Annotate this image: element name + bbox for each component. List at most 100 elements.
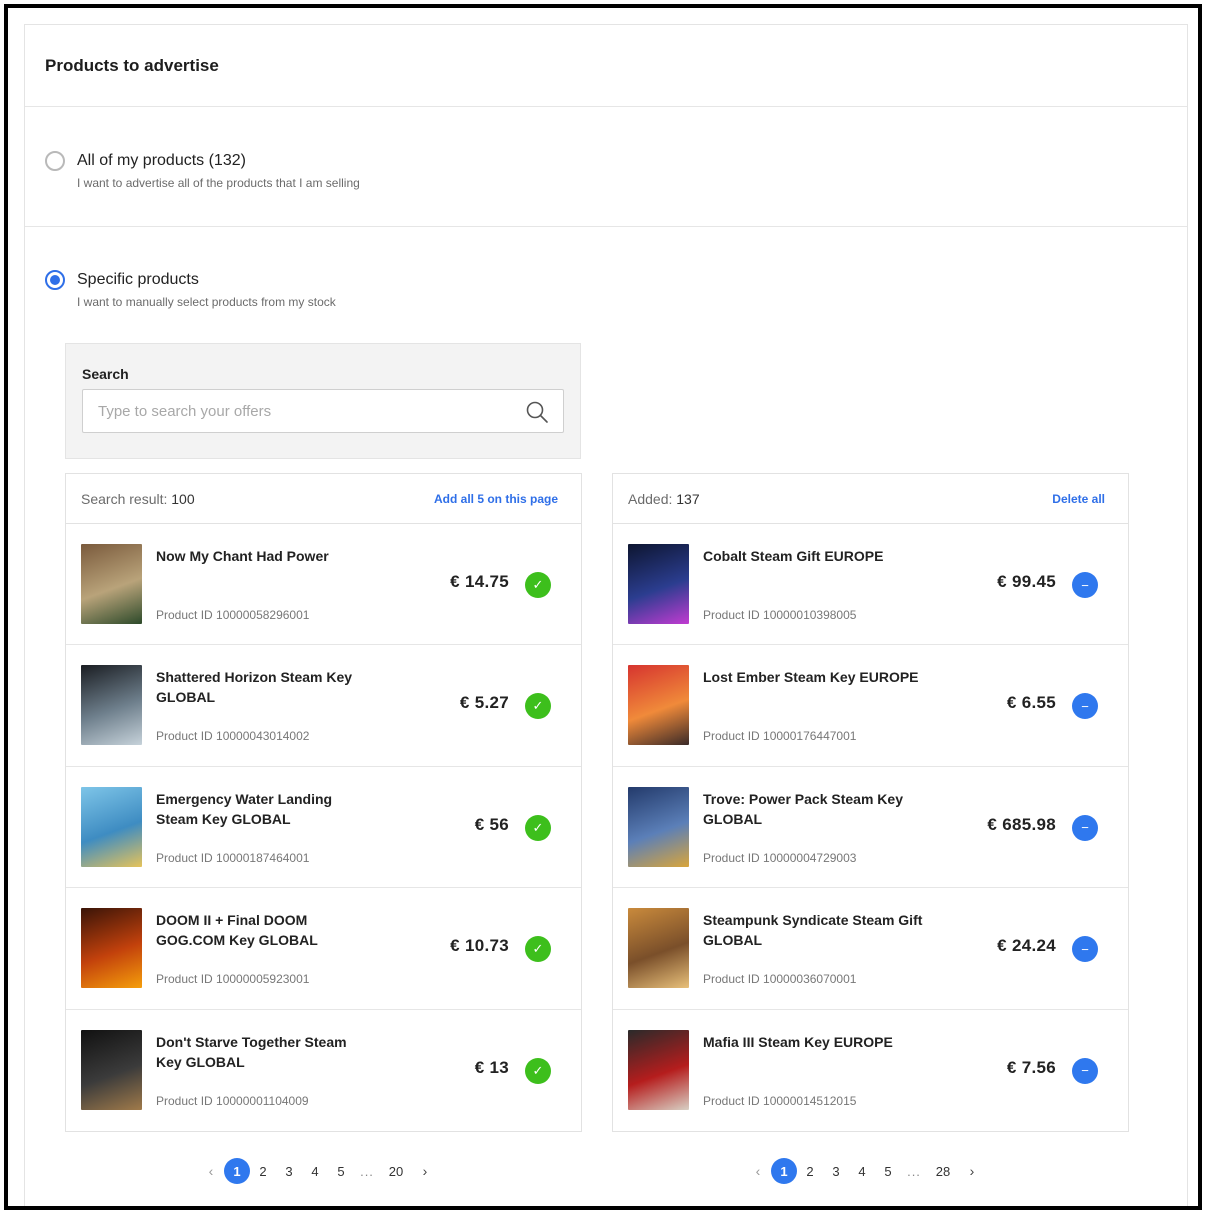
product-price: € 7.56 bbox=[1006, 1057, 1056, 1077]
chevron-left-icon[interactable]: ‹ bbox=[198, 1158, 224, 1184]
page-button[interactable]: 1 bbox=[224, 1158, 250, 1184]
remove-product-button[interactable]: − bbox=[1072, 1057, 1098, 1084]
check-icon: ✓ bbox=[532, 698, 544, 714]
page-button-last[interactable]: 28 bbox=[927, 1158, 959, 1184]
product-thumbnail bbox=[628, 908, 689, 989]
product-price: € 24.24 bbox=[997, 936, 1056, 956]
check-icon: ✓ bbox=[532, 577, 544, 592]
remove-product-button[interactable]: − bbox=[1072, 936, 1098, 963]
product-row: Mafia III Steam Key EUROPE Product ID 100… bbox=[613, 1010, 1128, 1131]
added-check-button[interactable]: ✓ bbox=[525, 814, 551, 841]
product-thumbnail bbox=[81, 908, 142, 989]
search-results-list: Now My Chant Had Power Product ID 1000005… bbox=[66, 524, 581, 1131]
option-specific-products[interactable]: Specific products I want to manually sel… bbox=[25, 227, 1187, 309]
product-row: Don't Starve Together Steam Key GLOBAL Pr… bbox=[66, 1010, 581, 1131]
added-check-button[interactable]: ✓ bbox=[525, 936, 551, 963]
product-id: Product ID 10000187464001 bbox=[156, 850, 310, 865]
product-name: Steampunk Syndicate Steam Gift GLOBAL bbox=[703, 912, 923, 949]
product-name: Shattered Horizon Steam Key GLOBAL bbox=[156, 669, 353, 706]
check-icon: ✓ bbox=[532, 1062, 544, 1078]
pagination-ellipsis: ... bbox=[907, 1163, 921, 1179]
check-icon: ✓ bbox=[532, 941, 544, 957]
added-check-button[interactable]: ✓ bbox=[525, 1057, 551, 1084]
added-check-button[interactable]: ✓ bbox=[525, 572, 551, 598]
app-frame: Products to advertise All of my products… bbox=[4, 4, 1202, 1210]
product-id: Product ID 10000014512015 bbox=[703, 1093, 857, 1108]
page-title: Products to advertise bbox=[45, 55, 219, 75]
option-all-products[interactable]: All of my products (132) I want to adver… bbox=[25, 107, 1187, 227]
delete-all-link[interactable]: Delete all bbox=[1052, 492, 1105, 506]
page-button[interactable]: 2 bbox=[250, 1158, 276, 1184]
product-id: Product ID 10000004729003 bbox=[703, 850, 857, 865]
product-name: Emergency Water Landing Steam Key GLOBAL bbox=[156, 790, 333, 827]
product-price: € 685.98 bbox=[987, 814, 1056, 834]
product-price: € 56 bbox=[474, 814, 509, 834]
search-panel: Search bbox=[65, 343, 581, 459]
add-all-on-page-link[interactable]: Add all 5 on this page bbox=[434, 492, 558, 506]
minus-icon: − bbox=[1081, 577, 1089, 593]
radio-specific-products[interactable] bbox=[45, 270, 65, 290]
option-all-label: All of my products (132) bbox=[77, 152, 246, 169]
page-button[interactable]: 5 bbox=[328, 1158, 354, 1184]
remove-product-button[interactable]: − bbox=[1072, 814, 1098, 841]
product-row: Shattered Horizon Steam Key GLOBAL Produc… bbox=[66, 645, 581, 767]
product-price: € 13 bbox=[474, 1057, 509, 1077]
product-row: Emergency Water Landing Steam Key GLOBAL… bbox=[66, 767, 581, 889]
product-name: Mafia III Steam Key EUROPE bbox=[703, 1033, 893, 1050]
search-input[interactable] bbox=[83, 390, 563, 432]
added-products-list: Cobalt Steam Gift EUROPE Product ID 10000… bbox=[613, 524, 1128, 1131]
page-button[interactable]: 3 bbox=[276, 1158, 302, 1184]
check-icon: ✓ bbox=[532, 819, 544, 835]
page-button[interactable]: 5 bbox=[875, 1158, 901, 1184]
option-specific-label: Specific products bbox=[77, 271, 199, 288]
radio-all-products[interactable] bbox=[45, 151, 65, 171]
product-name: Lost Ember Steam Key EUROPE bbox=[703, 669, 919, 686]
product-id: Product ID 10000001104009 bbox=[156, 1093, 309, 1108]
page-button-last[interactable]: 20 bbox=[380, 1158, 412, 1184]
product-name: Don't Starve Together Steam Key GLOBAL bbox=[156, 1033, 347, 1070]
product-row: Trove: Power Pack Steam Key GLOBAL Produc… bbox=[613, 767, 1128, 889]
product-name: Now My Chant Had Power bbox=[156, 548, 329, 564]
chevron-right-icon[interactable]: › bbox=[959, 1158, 985, 1184]
option-all-description: I want to advertise all of the products … bbox=[77, 176, 360, 190]
product-id: Product ID 10000036070001 bbox=[703, 972, 857, 987]
chevron-right-icon[interactable]: › bbox=[412, 1158, 438, 1184]
page-button[interactable]: 4 bbox=[302, 1158, 328, 1184]
page-button[interactable]: 3 bbox=[823, 1158, 849, 1184]
product-price: € 6.55 bbox=[1006, 693, 1056, 713]
minus-icon: − bbox=[1081, 1063, 1089, 1079]
product-thumbnail bbox=[81, 544, 142, 624]
search-field[interactable] bbox=[82, 389, 564, 433]
product-name: Cobalt Steam Gift EUROPE bbox=[703, 548, 884, 564]
added-products-count-value: 137 bbox=[676, 490, 700, 507]
page-button[interactable]: 1 bbox=[771, 1158, 797, 1184]
product-thumbnail bbox=[628, 786, 689, 867]
product-row: DOOM II + Final DOOM GOG.COM Key GLOBAL P… bbox=[66, 888, 581, 1010]
product-name: Trove: Power Pack Steam Key GLOBAL bbox=[703, 790, 903, 827]
search-results-pagination: ‹ 1 2 3 4 5... 20 › bbox=[198, 1158, 438, 1184]
product-id: Product ID 10000058296001 bbox=[156, 608, 310, 622]
chevron-left-icon[interactable]: ‹ bbox=[745, 1158, 771, 1184]
product-name: DOOM II + Final DOOM GOG.COM Key GLOBAL bbox=[156, 912, 318, 949]
product-price: € 14.75 bbox=[450, 572, 509, 591]
pagination-ellipsis: ... bbox=[360, 1163, 374, 1179]
minus-icon: − bbox=[1081, 820, 1089, 836]
search-icon[interactable] bbox=[525, 400, 549, 424]
added-products-header: Added: 137 Delete all bbox=[613, 474, 1128, 524]
minus-icon: − bbox=[1081, 698, 1089, 714]
added-products-count-label: Added: bbox=[628, 490, 673, 507]
page-button[interactable]: 2 bbox=[797, 1158, 823, 1184]
page-button[interactable]: 4 bbox=[849, 1158, 875, 1184]
added-check-button[interactable]: ✓ bbox=[525, 693, 551, 720]
card-header: Products to advertise bbox=[25, 25, 1187, 107]
minus-icon: − bbox=[1081, 941, 1089, 957]
remove-product-button[interactable]: − bbox=[1072, 572, 1098, 598]
product-thumbnail bbox=[81, 1029, 142, 1110]
product-row: Cobalt Steam Gift EUROPE Product ID 10000… bbox=[613, 524, 1128, 646]
search-results-count: Search result: 100 bbox=[81, 491, 195, 507]
remove-product-button[interactable]: − bbox=[1072, 693, 1098, 720]
product-thumbnail bbox=[81, 786, 142, 867]
product-id: Product ID 10000005923001 bbox=[156, 972, 310, 987]
product-thumbnail bbox=[628, 1029, 689, 1110]
product-price: € 5.27 bbox=[459, 693, 509, 713]
